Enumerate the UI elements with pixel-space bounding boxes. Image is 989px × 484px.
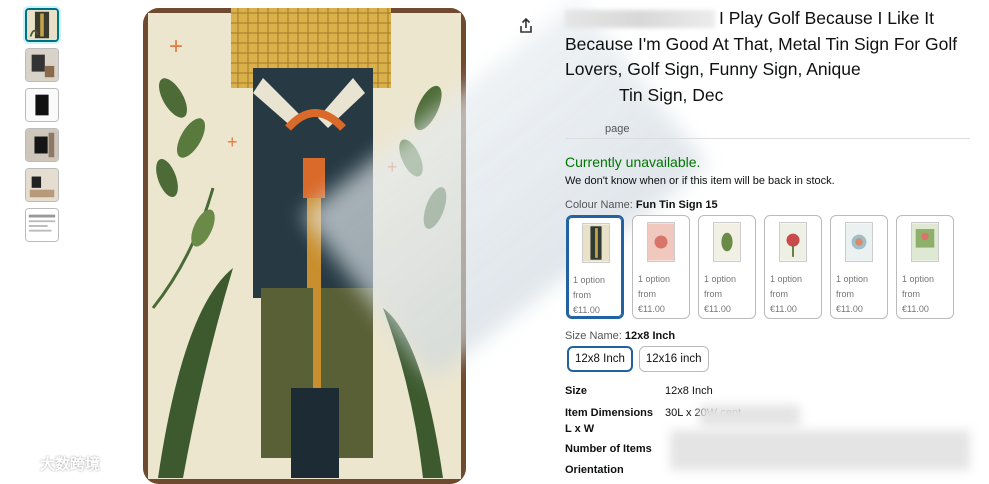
availability-status: Currently unavailable.: [565, 154, 701, 170]
swatch-image: [911, 222, 939, 262]
swatch-image: [779, 222, 807, 262]
svg-text:+: +: [227, 132, 238, 152]
size-label: Size Name: 12x8 Inch: [565, 330, 676, 342]
product-title-line4: Tin Sign, Dec: [619, 84, 724, 105]
redaction-block: [670, 430, 970, 470]
thumbnail-3[interactable]: [25, 88, 59, 122]
swatch-image: [713, 222, 741, 262]
thumbnail-strip: [25, 8, 61, 248]
size-button-12x8[interactable]: 12x8 Inch: [567, 346, 633, 372]
thumbnail-5[interactable]: [25, 168, 59, 202]
redaction-block: [700, 405, 800, 427]
thumbnail-1[interactable]: [25, 8, 59, 42]
selected-size: 12x8 Inch: [624, 330, 676, 342]
redacted-brand: [565, 10, 715, 29]
thumbnail-6[interactable]: [25, 208, 59, 242]
thumbnail-2[interactable]: [25, 48, 59, 82]
watermark: 大数跨境: [6, 452, 100, 474]
watermark-logo-icon: [7, 454, 34, 472]
colour-swatch-5[interactable]: 1 option from €11.00: [830, 215, 888, 319]
share-icon[interactable]: [518, 17, 534, 34]
swatch-image: [845, 222, 873, 262]
colour-swatch-1[interactable]: 1 option from €11.00: [566, 215, 624, 319]
product-title: I Play Golf Because I Like It Because I'…: [565, 8, 958, 105]
colour-swatch-6[interactable]: 1 option from €11.00: [896, 215, 954, 319]
store-link[interactable]: page: [605, 123, 629, 135]
thumbnail-4[interactable]: [25, 128, 59, 162]
colour-swatch-4[interactable]: 1 option from €11.00: [764, 215, 822, 319]
size-button-12x16[interactable]: 12x16 inch: [638, 346, 709, 372]
swatch-image: [647, 222, 675, 262]
colour-label: Colour Name: Fun Tin Sign 15: [565, 199, 718, 211]
divider: [565, 138, 970, 139]
svg-text:+: +: [169, 33, 183, 60]
availability-note: We don't know when or if this item will …: [565, 175, 835, 187]
selected-colour: Fun Tin Sign 15: [635, 199, 718, 211]
swatch-image: [582, 223, 610, 263]
colour-swatch-2[interactable]: 1 option from €11.00: [632, 215, 690, 319]
colour-swatch-3[interactable]: 1 option from €11.00: [698, 215, 756, 319]
size-options: 12x8 Inch 12x16 inch: [567, 346, 709, 372]
colour-swatches: 1 option from €11.00 1 option from €11.00 1 …: [566, 215, 954, 319]
